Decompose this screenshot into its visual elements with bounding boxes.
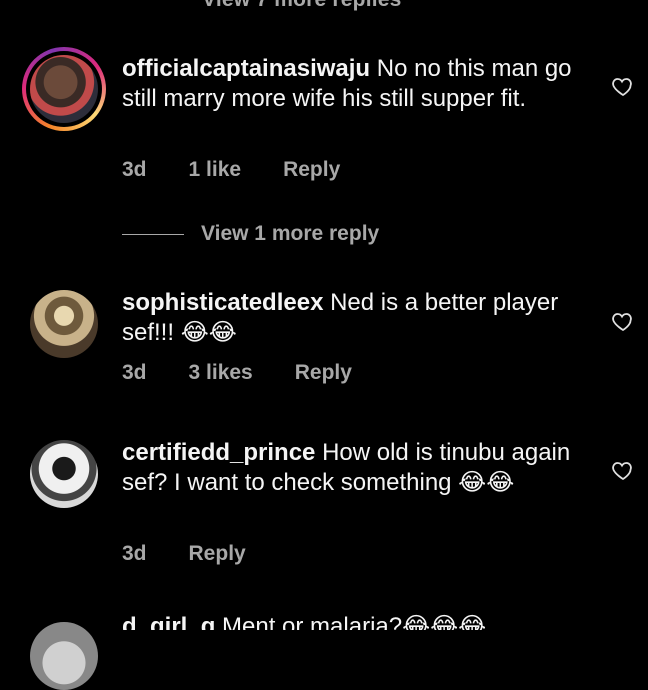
avatar[interactable]	[30, 290, 98, 358]
comment-text: sophisticatedleex Ned is a better player…	[122, 288, 592, 348]
reply-button[interactable]: Reply	[189, 542, 246, 566]
comment-text: officialcaptainasiwaju No no this man go…	[122, 54, 592, 114]
avatar[interactable]	[22, 47, 106, 131]
comment-username[interactable]: sophisticatedleex	[122, 289, 323, 316]
comment-meta: 3d 3 likes Reply	[122, 361, 394, 385]
heart-outline-icon[interactable]	[611, 74, 635, 98]
avatar[interactable]	[30, 440, 98, 508]
comment-body: Ment or malaria?😂😂😂	[215, 613, 487, 630]
comment-username[interactable]: officialcaptainasiwaju	[122, 55, 370, 82]
reply-button[interactable]: Reply	[295, 361, 352, 385]
likes-count[interactable]: 1 like	[189, 158, 242, 182]
comment-username[interactable]: certifiedd_prince	[122, 439, 315, 466]
reply-button[interactable]: Reply	[283, 158, 340, 182]
comment-username[interactable]: d_girl_g	[122, 613, 215, 630]
avatar[interactable]	[30, 622, 98, 690]
heart-outline-icon[interactable]	[611, 458, 635, 482]
comment-age: 3d	[122, 542, 147, 565]
comment-meta: 3d Reply	[122, 542, 288, 566]
comment-meta: 3d 1 like Reply	[122, 158, 382, 182]
divider	[122, 233, 184, 235]
view-more-label[interactable]: View 1 more reply	[201, 222, 379, 246]
comment-text: certifiedd_prince How old is tinubu agai…	[122, 438, 592, 498]
comment-age: 3d	[122, 158, 147, 181]
view-more-replies-link[interactable]: View 7 more replies	[202, 0, 402, 12]
heart-outline-icon[interactable]	[611, 309, 635, 333]
view-more-reply-link[interactable]: View 1 more reply	[122, 222, 379, 246]
likes-count[interactable]: 3 likes	[189, 361, 253, 385]
comment-text: d_girl_g Ment or malaria?😂😂😂	[122, 612, 592, 630]
comment-age: 3d	[122, 361, 147, 384]
